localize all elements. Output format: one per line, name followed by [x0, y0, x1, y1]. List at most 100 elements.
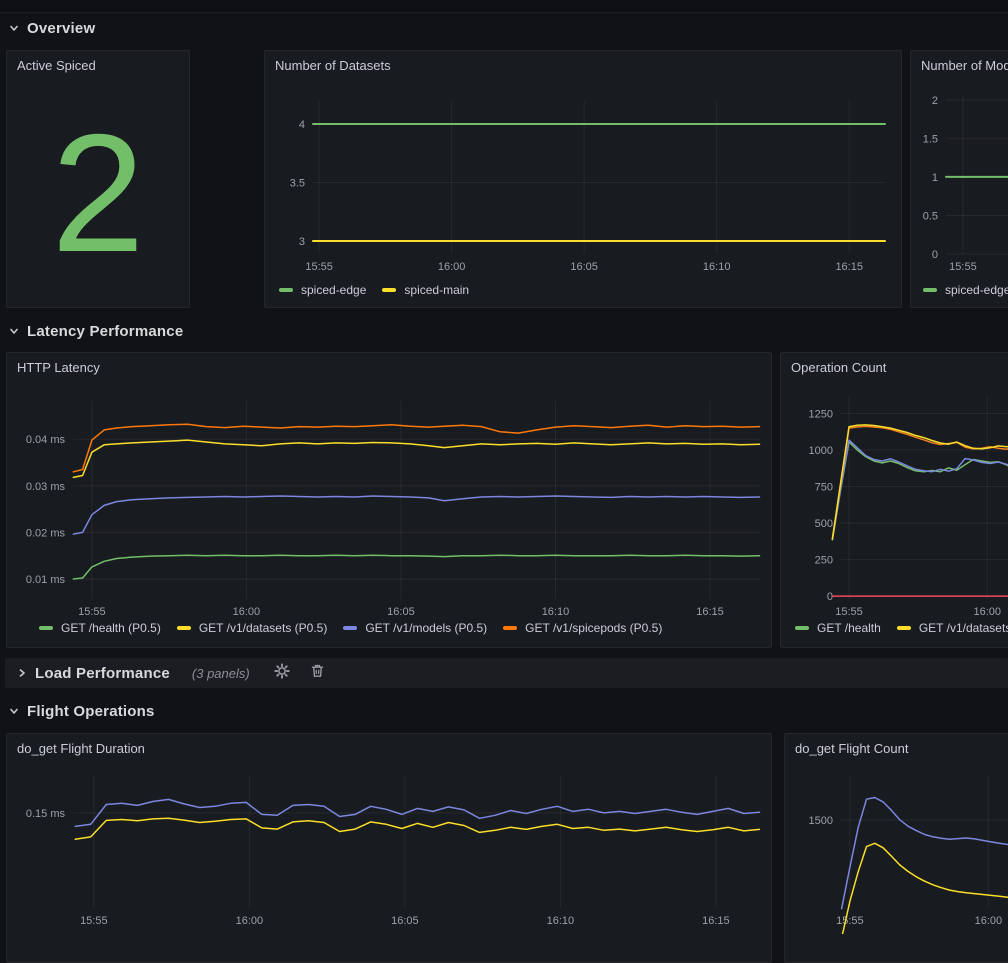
legend-series-dash [897, 626, 911, 630]
svg-text:0.02 ms: 0.02 ms [26, 527, 66, 539]
svg-text:1250: 1250 [809, 409, 833, 421]
section-row-overview[interactable]: Overview [8, 13, 95, 43]
number-of-datasets-chart[interactable]: 3 3.5 4 15:55 16:00 16:05 16:10 16:15 [265, 79, 901, 279]
legend-series-dash [923, 288, 937, 292]
chevron-down-icon [8, 22, 20, 34]
svg-text:4: 4 [299, 119, 305, 131]
panel-active-spiced: Active Spiced 2 [6, 50, 190, 308]
svg-text:1500: 1500 [809, 815, 833, 827]
svg-text:16:00: 16:00 [236, 915, 264, 927]
legend-series-dash [39, 626, 53, 630]
svg-text:2: 2 [932, 95, 938, 107]
panel-title-active-spiced[interactable]: Active Spiced [7, 51, 189, 79]
svg-text:0.04 ms: 0.04 ms [26, 434, 66, 446]
trash-icon [310, 663, 325, 684]
svg-text:16:00: 16:00 [233, 606, 261, 617]
section-title-load-performance: Load Performance [35, 665, 170, 682]
legend-item[interactable]: GET /health (P0.5) [39, 621, 161, 635]
svg-text:0.03 ms: 0.03 ms [26, 481, 66, 493]
number-of-models-legend: spiced-edge [923, 283, 1008, 297]
grafana-dashboard: { "sections": { "overview": { "title": "… [0, 0, 1008, 849]
legend-item[interactable]: GET /v1/datasets (P0.5) [177, 621, 328, 635]
svg-text:0.01 ms: 0.01 ms [26, 574, 66, 586]
legend-item[interactable]: GET /health [795, 621, 881, 635]
section-title-overview: Overview [27, 20, 95, 37]
svg-text:1000: 1000 [809, 445, 833, 457]
panel-number-of-models: Number of Models 00.511.5215:5516:0016:0… [910, 50, 1008, 308]
top-bar [0, 0, 1008, 13]
svg-text:0.15 ms: 0.15 ms [26, 808, 66, 820]
gear-icon [274, 663, 290, 684]
section-row-flight-operations[interactable]: Flight Operations [8, 696, 155, 726]
panel-http-latency: HTTP Latency 0.01 ms 0.02 ms 0.03 ms 0.04 m… [6, 352, 772, 648]
row-settings-button[interactable] [274, 663, 290, 684]
svg-text:16:15: 16:15 [702, 915, 730, 927]
panel-do-get-flight-duration: do_get Flight Duration 0.15 ms 15:55 16:00… [6, 733, 772, 963]
svg-text:16:15: 16:15 [696, 606, 724, 617]
svg-text:0: 0 [827, 591, 833, 603]
operation-count-legend: GET /healthGET /v1/datasetsGET /v1/model… [795, 621, 1008, 635]
svg-text:16:10: 16:10 [703, 261, 731, 273]
chevron-down-icon [8, 325, 20, 337]
svg-text:250: 250 [815, 555, 833, 567]
legend-item[interactable]: spiced-edge [279, 283, 366, 297]
panel-title-number-of-models[interactable]: Number of Models [911, 51, 1008, 79]
panel-title-do-get-flight-duration[interactable]: do_get Flight Duration [7, 734, 771, 762]
legend-series-label: spiced-edge [301, 283, 366, 297]
legend-series-label: GET /v1/models (P0.5) [365, 621, 487, 635]
legend-item[interactable]: GET /v1/spicepods (P0.5) [503, 621, 662, 635]
panel-number-of-datasets: Number of Datasets 3 3.5 4 15:55 16:00 16:05 1… [264, 50, 902, 308]
section-title-latency-performance: Latency Performance [27, 323, 183, 340]
section-row-latency-performance[interactable]: Latency Performance [8, 316, 183, 346]
svg-text:15:55: 15:55 [836, 915, 864, 927]
legend-series-label: GET /v1/spicepods (P0.5) [525, 621, 662, 635]
operation-count-chart[interactable]: 02505007501000125015:5516:0016:05 [781, 381, 1008, 617]
svg-text:16:05: 16:05 [570, 261, 598, 273]
svg-text:3.5: 3.5 [290, 178, 305, 190]
chevron-down-icon [8, 705, 20, 717]
panel-title-operation-count[interactable]: Operation Count [781, 353, 1008, 381]
legend-series-dash [503, 626, 517, 630]
number-of-models-chart[interactable]: 00.511.5215:5516:0016:05 [911, 79, 1008, 279]
http-latency-legend: GET /health (P0.5) GET /v1/datasets (P0.5… [39, 621, 662, 635]
legend-series-dash [343, 626, 357, 630]
svg-text:500: 500 [815, 518, 833, 530]
panel-title-http-latency[interactable]: HTTP Latency [7, 353, 771, 381]
legend-item[interactable]: spiced-edge [923, 283, 1008, 297]
legend-series-label: spiced-main [404, 283, 469, 297]
legend-series-label: GET /v1/datasets [919, 621, 1008, 635]
do-get-flight-count-chart[interactable]: 150015:5516:0016:05 [785, 762, 1008, 934]
panels-count-note: (3 panels) [192, 666, 250, 681]
panel-title-number-of-datasets[interactable]: Number of Datasets [265, 51, 901, 79]
svg-text:16:10: 16:10 [542, 606, 570, 617]
chevron-right-icon [16, 667, 28, 679]
legend-item[interactable]: GET /v1/datasets [897, 621, 1008, 635]
legend-item[interactable]: spiced-main [382, 283, 469, 297]
svg-text:16:00: 16:00 [438, 261, 466, 273]
http-latency-chart[interactable]: 0.01 ms0.02 ms0.03 ms0.04 ms15:5516:0016… [7, 381, 771, 617]
svg-text:3: 3 [299, 236, 305, 248]
svg-text:16:05: 16:05 [391, 915, 419, 927]
svg-text:15:55: 15:55 [305, 261, 333, 273]
svg-text:15:55: 15:55 [80, 915, 108, 927]
legend-series-label: GET /health (P0.5) [61, 621, 161, 635]
svg-text:16:15: 16:15 [835, 261, 863, 273]
do-get-flight-duration-chart[interactable]: 0.15 ms 15:55 16:00 16:05 16:10 16:15 [7, 762, 771, 934]
svg-text:1: 1 [932, 172, 938, 184]
active-spiced-value: 2 [51, 109, 144, 277]
panel-operation-count: Operation Count 02505007501000125015:551… [780, 352, 1008, 648]
legend-series-dash [382, 288, 396, 292]
legend-series-label: spiced-edge [945, 283, 1008, 297]
svg-text:16:10: 16:10 [547, 915, 575, 927]
svg-text:0.5: 0.5 [923, 210, 938, 222]
svg-text:16:00: 16:00 [973, 606, 1001, 617]
section-row-load-performance[interactable]: Load Performance (3 panels) [5, 658, 1008, 688]
svg-text:1.5: 1.5 [923, 133, 938, 145]
legend-item[interactable]: GET /v1/models (P0.5) [343, 621, 487, 635]
svg-text:15:55: 15:55 [949, 261, 977, 273]
legend-series-label: GET /v1/datasets (P0.5) [199, 621, 328, 635]
number-of-datasets-legend: spiced-edge spiced-main [279, 283, 469, 297]
row-delete-button[interactable] [310, 663, 325, 684]
panel-title-do-get-flight-count[interactable]: do_get Flight Count [785, 734, 1008, 762]
legend-series-label: GET /health [817, 621, 881, 635]
